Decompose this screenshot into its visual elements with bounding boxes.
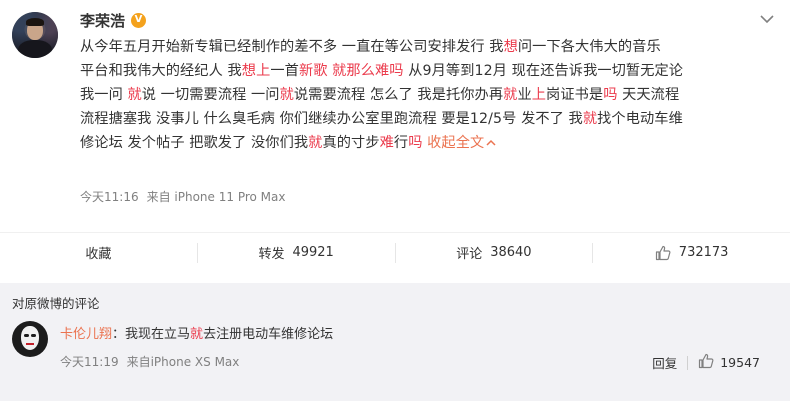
text-segment: 天天流程 <box>617 87 680 103</box>
text-segment: 问一下各大伟大的音乐 <box>517 39 661 55</box>
highlighted-text: 就 <box>308 135 323 151</box>
author-avatar[interactable] <box>12 12 58 58</box>
author-name[interactable]: 李荣浩 <box>80 10 125 31</box>
comment-like-button[interactable]: 19547 <box>698 353 760 372</box>
avatar-mask-face <box>21 326 39 350</box>
comment-separator: ： <box>112 327 126 342</box>
post-action-bar: 收藏 转发 49921 评论 38640 732173 <box>0 232 790 272</box>
comments-section-title: 对原微博的评论 <box>12 296 100 311</box>
highlighted-text: 就 <box>503 87 518 103</box>
comment-meta: 今天11:19 来自iPhone XS Max <box>60 353 239 370</box>
avatar-hair <box>26 18 44 26</box>
highlighted-text: 就 <box>190 327 204 342</box>
like-count: 732173 <box>678 245 729 260</box>
comment-action-divider <box>687 355 689 370</box>
repost-label: 转发 <box>258 247 285 262</box>
text-segment: 业 <box>517 87 532 103</box>
favorite-label: 收藏 <box>85 247 112 262</box>
comment-label: 评论 <box>456 247 483 262</box>
reply-button[interactable]: 回复 <box>652 353 677 372</box>
repost-button[interactable]: 转发 49921 <box>198 242 396 263</box>
comment-time: 今天11:19 <box>60 355 119 369</box>
thumbs-up-icon <box>698 353 714 372</box>
repost-count: 49921 <box>292 245 334 260</box>
highlighted-text: 就 <box>279 87 294 103</box>
text-segment: 找个电动车维 <box>597 111 683 127</box>
highlighted-text: 上 <box>531 87 547 103</box>
avatar-mouth <box>26 343 34 345</box>
highlighted-text: 新歌 <box>298 63 328 79</box>
text-segment: 说需要流程 怎么了 我是托你办再 <box>293 87 504 103</box>
post-source: 来自 iPhone 11 Pro Max <box>146 190 286 204</box>
comment-text: 卡伦儿翔：我现在立马就去注册电动车维修论坛 <box>60 323 333 342</box>
text-segment: 平台和我伟大的经纪人 我 <box>80 63 242 79</box>
avatar-eye-right <box>31 334 36 337</box>
text-segment: 流程搪塞我 没事儿 什么臭毛病 你们继续办公室里跑流程 要是12/5号 发不了 … <box>80 111 583 127</box>
commenter-avatar[interactable] <box>12 321 48 357</box>
content-line-2: 平台和我伟大的经纪人 我想上一首新歌 就那么难吗 从9月等到12月 现在还告诉我… <box>80 59 770 83</box>
chevron-down-icon[interactable] <box>760 14 774 24</box>
collapse-label[interactable]: 收起全文 <box>427 135 484 151</box>
chevron-up-icon[interactable] <box>486 139 496 147</box>
highlighted-text: 就那么难吗 <box>332 63 404 79</box>
comment-button[interactable]: 评论 38640 <box>396 242 594 263</box>
like-button[interactable]: 732173 <box>593 243 790 263</box>
text-segment: 行 <box>393 135 409 151</box>
text-segment: 我一问 <box>80 87 128 103</box>
text-segment: 去注册电动车维修论坛 <box>203 327 334 342</box>
text-segment: 真的寸步 <box>322 135 380 151</box>
comment-count: 38640 <box>490 245 532 260</box>
text-segment: 说 一切需要流程 一问 <box>141 87 280 103</box>
verified-v-icon: V <box>131 12 147 28</box>
thumbs-up-icon <box>655 245 671 261</box>
post-time[interactable]: 今天11:16 <box>80 188 139 205</box>
comment-actions: 回复 19547 <box>652 353 760 372</box>
content-line-3: 我一问 就说 一切需要流程 一问就说需要流程 怎么了 我是托你办再就业上岗证书是… <box>80 83 770 107</box>
content-line-5-text: 修论坛 发个帖子 把歌发了 没你们我就真的寸步难行吗 <box>80 135 427 151</box>
comment-source: 来自iPhone XS Max <box>126 355 240 369</box>
commenter-name[interactable]: 卡伦儿翔 <box>60 327 112 342</box>
highlighted-text: 吗 <box>603 87 618 103</box>
avatar-body <box>18 40 52 58</box>
collapse-full-text-link[interactable]: 收起全文 <box>427 135 496 151</box>
text-segment: 从9月等到12月 现在还告诉我一切暂无定论 <box>403 63 684 79</box>
comment-like-count: 19547 <box>720 355 760 370</box>
text-segment: 我现在立马 <box>125 327 191 342</box>
comment-content: 我现在立马就去注册电动车维修论坛 <box>125 327 333 342</box>
text-segment: 从今年五月开始新专辑已经制作的差不多 一直在等公司安排发行 我 <box>80 39 504 55</box>
highlighted-text: 想上 <box>241 63 271 79</box>
original-post-comments: 对原微博的评论 卡伦儿翔：我现在立马就去注册电动车维修论坛 今天11:19 来自… <box>0 283 790 401</box>
highlighted-text: 难 <box>379 135 394 151</box>
text-segment: 修论坛 发个帖子 把歌发了 没你们我 <box>80 135 309 151</box>
text-segment: 一首 <box>270 63 299 79</box>
content-line-4: 流程搪塞我 没事儿 什么臭毛病 你们继续办公室里跑流程 要是12/5号 发不了 … <box>80 107 770 131</box>
highlighted-text: 想 <box>503 39 518 55</box>
text-segment: 岗证书是 <box>546 87 604 103</box>
content-line-5: 修论坛 发个帖子 把歌发了 没你们我就真的寸步难行吗 收起全文 <box>80 131 770 155</box>
highlighted-text: 吗 <box>408 135 423 151</box>
highlighted-text: 就 <box>127 87 142 103</box>
author-header: 李荣浩 V <box>80 9 147 31</box>
post-content: 从今年五月开始新专辑已经制作的差不多 一直在等公司安排发行 我想问一下各大伟大的… <box>80 35 770 155</box>
highlighted-text: 就 <box>582 111 598 127</box>
avatar-eye-left <box>24 334 29 337</box>
content-line-1: 从今年五月开始新专辑已经制作的差不多 一直在等公司安排发行 我想问一下各大伟大的… <box>80 35 770 59</box>
post-meta: 今天11:16 来自 iPhone 11 Pro Max <box>80 188 285 205</box>
weibo-post: 李荣浩 V 从今年五月开始新专辑已经制作的差不多 一直在等公司安排发行 我想问一… <box>0 0 790 224</box>
favorite-button[interactable]: 收藏 <box>0 242 198 263</box>
